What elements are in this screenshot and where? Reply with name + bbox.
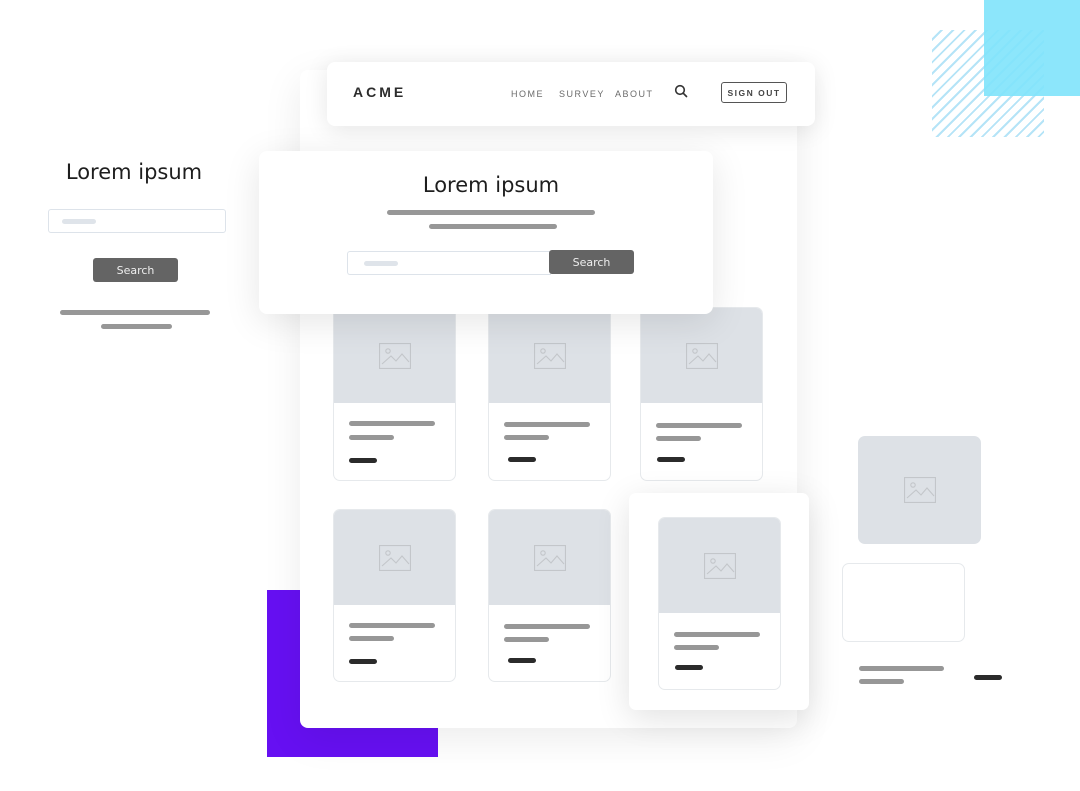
input-placeholder-line bbox=[364, 261, 398, 266]
text-line bbox=[504, 624, 590, 629]
text-line bbox=[859, 666, 944, 671]
price-line bbox=[508, 457, 536, 462]
text-line bbox=[504, 422, 590, 427]
nav-link-survey[interactable]: SURVEY bbox=[559, 89, 605, 99]
image-icon bbox=[685, 342, 718, 369]
card-image-placeholder bbox=[489, 510, 610, 605]
card-image-placeholder bbox=[641, 308, 762, 403]
hero-search-input[interactable] bbox=[347, 251, 551, 275]
text-line bbox=[349, 421, 435, 426]
input-placeholder-line bbox=[62, 219, 96, 224]
price-line bbox=[675, 665, 703, 670]
text-line bbox=[859, 679, 904, 684]
product-card[interactable] bbox=[333, 509, 456, 682]
card-image-placeholder bbox=[659, 518, 780, 613]
text-line bbox=[60, 310, 210, 315]
text-line bbox=[349, 435, 394, 440]
text-line bbox=[504, 435, 549, 440]
card-image-placeholder bbox=[334, 308, 455, 403]
image-icon bbox=[378, 342, 411, 369]
image-icon bbox=[703, 552, 736, 579]
text-line bbox=[101, 324, 172, 329]
price-line bbox=[349, 659, 377, 664]
nav-link-home[interactable]: HOME bbox=[511, 89, 544, 99]
text-line bbox=[349, 623, 435, 628]
side-search-input[interactable] bbox=[48, 209, 226, 233]
product-card[interactable] bbox=[333, 307, 456, 481]
product-card[interactable] bbox=[488, 509, 611, 682]
text-line bbox=[349, 636, 394, 641]
text-line bbox=[656, 436, 701, 441]
decorative-cyan-square bbox=[984, 0, 1080, 96]
text-line bbox=[429, 224, 557, 229]
sign-out-button[interactable]: SIGN OUT bbox=[721, 82, 787, 103]
text-line bbox=[504, 637, 549, 642]
card-image-placeholder bbox=[489, 308, 610, 403]
side-search-panel: Lorem ipsum Search bbox=[40, 158, 230, 338]
search-icon[interactable] bbox=[674, 84, 688, 98]
side-search-button[interactable]: Search bbox=[93, 258, 178, 282]
price-line bbox=[508, 658, 536, 663]
card-image-placeholder bbox=[334, 510, 455, 605]
image-icon bbox=[378, 544, 411, 571]
logo[interactable]: ACME bbox=[353, 84, 406, 100]
product-card[interactable] bbox=[640, 307, 763, 481]
text-line bbox=[674, 645, 719, 650]
image-icon bbox=[533, 342, 566, 369]
image-icon bbox=[903, 477, 936, 503]
text-line bbox=[674, 632, 760, 637]
navbar: ACME HOME SURVEY ABOUT SIGN OUT bbox=[327, 62, 815, 126]
hero-search-card: Lorem ipsum Search bbox=[259, 151, 713, 314]
empty-card-tile bbox=[842, 563, 965, 642]
text-line bbox=[387, 210, 595, 215]
image-icon bbox=[533, 544, 566, 571]
price-line bbox=[657, 457, 685, 462]
text-line bbox=[656, 423, 742, 428]
side-title: Lorem ipsum bbox=[65, 160, 203, 184]
price-line bbox=[974, 675, 1002, 680]
product-card-highlighted[interactable] bbox=[658, 517, 781, 690]
nav-link-about[interactable]: ABOUT bbox=[615, 89, 654, 99]
product-card[interactable] bbox=[488, 307, 611, 481]
hero-title: Lorem ipsum bbox=[422, 173, 560, 197]
price-line bbox=[349, 458, 377, 463]
image-placeholder-tile bbox=[858, 436, 981, 544]
hero-search-button[interactable]: Search bbox=[549, 250, 634, 274]
